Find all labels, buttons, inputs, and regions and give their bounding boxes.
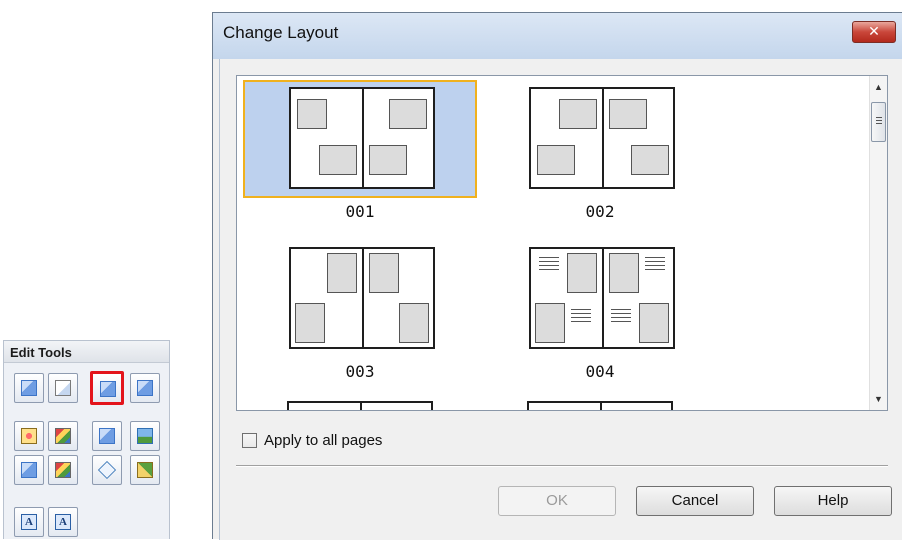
layout-thumbnail-frame [483,80,717,198]
layout-label: 003 [345,362,375,381]
add-image-icon [21,428,37,444]
date-stamp-icon [137,462,153,478]
insert-photo-icon [137,428,153,444]
vertical-scrollbar[interactable]: ▲ ▼ [869,76,887,410]
page-settings-button[interactable] [48,373,78,403]
add-text-icon: A [21,514,37,530]
layout-item-003[interactable]: 003 [243,240,477,390]
layout-list: 001 002 003 004 ▲ ▼ [236,75,888,411]
help-button[interactable]: Help [774,486,892,516]
layout-thumbnail-partial[interactable] [287,401,433,410]
layout-label: 004 [585,362,615,381]
layout-item-004[interactable]: 004 [483,240,717,390]
rotate-page-icon [21,380,37,396]
vertical-text-icon: A [55,514,71,530]
layout-thumbnail [529,87,675,189]
ok-button[interactable]: OK [498,486,616,516]
change-background-icon [137,380,153,396]
frame-icon [97,460,117,480]
grip-icon [876,117,882,126]
insert-photo-button[interactable] [130,421,160,451]
layout-item-002[interactable]: 002 [483,80,717,230]
edit-tools-title: Edit Tools [4,341,169,363]
scroll-up-icon[interactable]: ▲ [870,78,887,96]
add-page-icon [21,462,37,478]
layout-thumbnail [289,87,435,189]
frame-button[interactable] [92,455,122,485]
close-button[interactable]: ✕ [852,21,896,43]
change-layout-dialog: Change Layout ✕ 001 002 003 004 ▲ ▼ Appl… [212,12,902,540]
date-stamp-button[interactable] [130,455,160,485]
rotate-page-button[interactable] [14,373,44,403]
swap-images-button[interactable] [92,421,122,451]
dialog-body: 001 002 003 004 ▲ ▼ Apply to all pages O… [219,59,902,540]
close-icon: ✕ [868,24,880,40]
duplicate-page-icon [55,462,71,478]
change-background-button[interactable] [130,373,160,403]
apply-all-label[interactable]: Apply to all pages [264,432,382,449]
arrange-images-icon [55,428,71,444]
layout-thumbnail-frame [243,80,477,198]
change-layout-button[interactable] [90,371,124,405]
layout-thumbnail-partial[interactable] [527,401,673,410]
separator [236,465,888,467]
page-settings-icon [55,380,71,396]
layout-label: 002 [585,202,615,221]
swap-images-icon [99,428,115,444]
layout-item-001[interactable]: 001 [243,80,477,230]
arrange-images-button[interactable] [48,421,78,451]
add-page-button[interactable] [14,455,44,485]
change-layout-icon [100,381,116,397]
add-text-button[interactable]: A [14,507,44,537]
layout-thumbnail [529,247,675,349]
cancel-button[interactable]: Cancel [636,486,754,516]
scroll-thumb[interactable] [871,102,886,142]
layout-thumbnail-frame [483,240,717,358]
vertical-text-button[interactable]: A [48,507,78,537]
scroll-down-icon[interactable]: ▼ [870,390,887,408]
edit-tools-palette: Edit Tools A A [3,340,170,539]
apply-all-checkbox[interactable] [242,433,257,448]
dialog-title: Change Layout [223,23,339,42]
add-image-button[interactable] [14,421,44,451]
layout-thumbnail [289,247,435,349]
duplicate-page-button[interactable] [48,455,78,485]
layout-thumbnail-frame [243,240,477,358]
layout-label: 001 [345,202,375,221]
dialog-titlebar: Change Layout ✕ [213,13,902,59]
